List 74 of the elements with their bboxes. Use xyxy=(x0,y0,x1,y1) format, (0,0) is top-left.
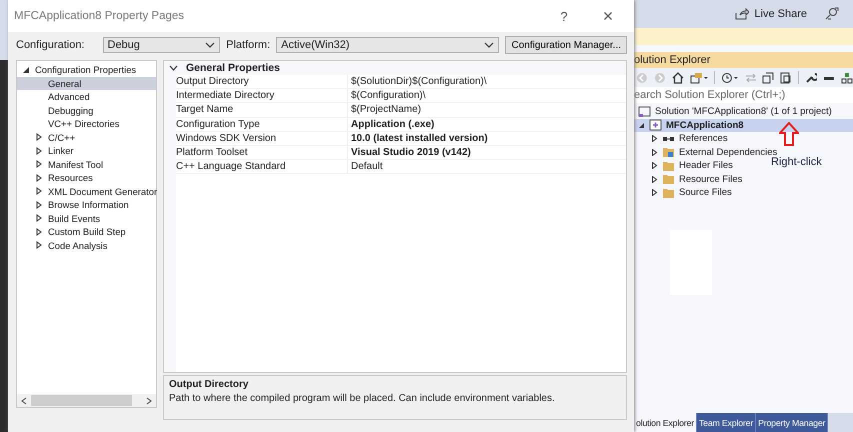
solution-icon xyxy=(638,106,651,118)
property-name[interactable]: Windows SDK Version xyxy=(176,132,348,145)
property-name[interactable]: C++ Language Standard xyxy=(176,160,348,174)
tree-item[interactable]: Advanced xyxy=(17,90,156,104)
configuration-manager-button[interactable]: Configuration Manager... xyxy=(505,36,627,54)
property-name[interactable]: Intermediate Directory xyxy=(176,89,348,102)
pages-icon[interactable] xyxy=(780,72,792,84)
close-button[interactable]: × xyxy=(586,1,630,31)
tree-item[interactable]: General xyxy=(17,76,156,90)
panel-title: olution Explorer xyxy=(634,54,710,66)
annotation-text: Right-click xyxy=(771,156,822,168)
feedback-icon[interactable] xyxy=(825,7,839,21)
platform-label: Platform: xyxy=(226,39,270,51)
help-button[interactable]: ? xyxy=(542,1,586,31)
platform-dropdown[interactable]: Active(Win32) xyxy=(276,37,500,53)
property-name[interactable]: Output Directory xyxy=(176,75,348,88)
tree-item[interactable]: Header Files xyxy=(634,159,735,172)
property-value[interactable]: $(Configuration)\ xyxy=(348,90,426,102)
tree-item[interactable]: Manifest Tool xyxy=(17,158,156,171)
tree-item[interactable]: VC++ Directories xyxy=(17,117,156,130)
property-value[interactable]: 10.0 (latest installed version) xyxy=(348,132,488,144)
property-name[interactable]: Target Name xyxy=(176,103,348,117)
tree-item[interactable]: Custom Build Step xyxy=(17,225,156,238)
home-icon[interactable] xyxy=(672,72,684,84)
tree-item[interactable]: Solution 'MFCApplication8' (1 of 1 project) xyxy=(634,105,853,118)
tree-item[interactable]: Linker xyxy=(17,144,156,158)
tree-item[interactable]: XML Document Generator xyxy=(17,184,156,198)
panel-tab[interactable]: Property Manager xyxy=(756,413,828,432)
property-value[interactable]: Default xyxy=(348,161,383,172)
configuration-label: Configuration: xyxy=(16,39,84,51)
live-share-button[interactable]: Live Share xyxy=(735,8,807,20)
property-name[interactable]: Configuration Type xyxy=(176,118,348,131)
property-value[interactable]: $(SolutionDir)$(Configuration)\ xyxy=(348,76,487,88)
tree-item[interactable]: Source Files xyxy=(634,186,734,200)
tree-item[interactable]: References xyxy=(634,132,730,146)
sync-icon[interactable] xyxy=(690,72,708,84)
panel-tab[interactable]: olution Explorer xyxy=(634,413,697,432)
chevron-icon xyxy=(484,42,494,48)
search-field[interactable]: earch Solution Explorer (Ctrl+;) xyxy=(634,87,853,103)
horizontal-scrollbar[interactable] xyxy=(17,394,156,407)
folder-icon xyxy=(662,173,675,186)
property-value[interactable]: $(ProjectName) xyxy=(348,104,422,116)
configuration-dropdown[interactable]: Debug xyxy=(102,37,220,53)
history-icon[interactable] xyxy=(720,72,739,84)
tree-item[interactable]: Resources xyxy=(17,171,156,184)
property-value[interactable]: Visual Studio 2019 (v142) xyxy=(348,147,471,158)
folder-icon xyxy=(662,186,675,199)
tree-item[interactable]: Configuration Properties xyxy=(17,63,156,76)
property-name[interactable]: Platform Toolset xyxy=(176,146,348,160)
tree-item[interactable]: Build Events xyxy=(17,212,156,225)
tree-item[interactable]: MFCApplication8 xyxy=(634,118,853,132)
share-icon xyxy=(735,8,750,20)
tree-item[interactable]: C/C++ xyxy=(17,130,156,144)
description-title: Output Directory xyxy=(169,379,248,390)
project-icon xyxy=(649,119,662,132)
property-value[interactable]: Application (.exe) xyxy=(348,118,434,130)
section-title: General Properties xyxy=(186,62,280,74)
tree-item[interactable]: Debugging xyxy=(17,104,156,117)
panel-tab[interactable]: Team Explorer xyxy=(696,413,756,432)
description-text: Path to where the compiled program will be placed. Can include environment variables. xyxy=(169,393,555,404)
tree-item[interactable]: Code Analysis xyxy=(17,238,156,252)
scroll-right-icon[interactable] xyxy=(146,396,152,404)
window-title: MFCApplication8 Property Pages xyxy=(14,10,186,22)
diagram-icon[interactable] xyxy=(841,72,853,84)
folder-icon xyxy=(662,146,675,158)
up-arrow xyxy=(779,122,799,146)
scroll-left-icon[interactable] xyxy=(21,396,27,404)
collapse-all-icon[interactable] xyxy=(762,72,774,84)
chevron-icon xyxy=(205,42,216,48)
expander-icon xyxy=(22,66,30,74)
tree-item[interactable]: Browse Information xyxy=(17,198,156,212)
collapse-chevron-icon[interactable] xyxy=(169,65,178,71)
folder-icon xyxy=(662,160,675,172)
tree-item[interactable]: Resource Files xyxy=(634,172,744,186)
